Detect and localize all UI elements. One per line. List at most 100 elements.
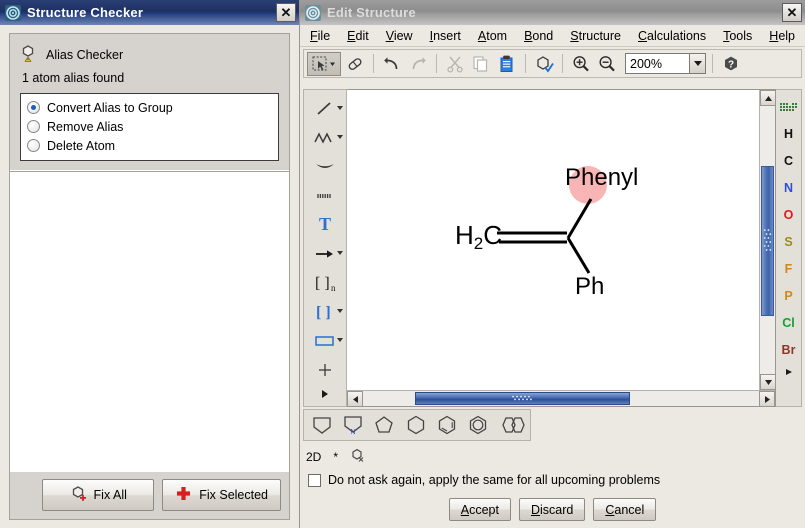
radio-option-convert-alias-to-group[interactable]: Convert Alias to Group [27, 98, 272, 117]
scroll-left-button[interactable] [347, 391, 363, 407]
copy-button[interactable] [469, 52, 493, 76]
element-f[interactable]: F [777, 255, 801, 282]
fix-all-label: Fix All [94, 488, 127, 502]
chevron-down-icon[interactable] [337, 309, 343, 313]
ring-cyclopentane-flat[interactable] [308, 412, 335, 438]
menu-file[interactable]: File [310, 29, 330, 43]
red-plus-icon [175, 485, 192, 505]
checker-panel: Alias Checker 1 atom alias found Convert… [9, 33, 290, 520]
menu-calculations[interactable]: Calculations [638, 29, 706, 43]
menu-atom[interactable]: Atom [478, 29, 507, 43]
help-button[interactable]: ? [719, 52, 743, 76]
ring-benzene[interactable] [465, 412, 492, 438]
structure-invalid-icon[interactable] [350, 448, 365, 466]
zoom-out-button[interactable] [595, 52, 619, 76]
accept-button[interactable]: Accept [449, 498, 511, 521]
bracket-tool[interactable]: [ ] [304, 297, 346, 326]
chevron-down-icon[interactable] [689, 53, 706, 74]
radio-indicator[interactable] [27, 139, 40, 152]
element-p[interactable]: P [777, 282, 801, 309]
menu-mnemonic: S [570, 29, 578, 43]
close-icon[interactable]: ✕ [782, 3, 802, 22]
more-elements-arrow[interactable] [777, 363, 801, 381]
menu-rest: dit [356, 29, 369, 43]
eraser-tool-button[interactable] [343, 52, 367, 76]
accept-rest: ccept [469, 503, 499, 517]
cut-button[interactable] [443, 52, 467, 76]
radio-option-remove-alias[interactable]: Remove Alias [27, 117, 272, 136]
element-s[interactable]: S [777, 228, 801, 255]
atom-label-ph[interactable]: Ph [575, 273, 604, 301]
zoom-in-button[interactable] [569, 52, 593, 76]
menu-view[interactable]: View [386, 29, 413, 43]
select-tool-button[interactable] [307, 52, 341, 76]
undo-button[interactable] [380, 52, 404, 76]
element-o[interactable]: O [777, 201, 801, 228]
h-subscript: 2 [474, 234, 483, 253]
paste-button[interactable] [495, 52, 519, 76]
chevron-down-icon[interactable] [337, 251, 343, 255]
redo-button[interactable] [406, 52, 430, 76]
chevron-down-icon[interactable] [337, 106, 343, 110]
ring-cyclohexane[interactable] [402, 412, 429, 438]
fix-selected-button[interactable]: Fix Selected [162, 479, 281, 511]
menu-edit[interactable]: Edit [347, 29, 369, 43]
text-tool[interactable]: T [304, 210, 346, 239]
arrow-tool[interactable] [304, 239, 346, 268]
menu-tools[interactable]: Tools [723, 29, 752, 43]
plus-tool[interactable] [304, 355, 346, 384]
single-bond-tool[interactable] [304, 94, 346, 123]
structure-check-button[interactable] [532, 52, 556, 76]
element-n[interactable]: N [777, 174, 801, 201]
cancel-button[interactable]: Cancel [593, 498, 656, 521]
svg-text:N: N [350, 429, 355, 436]
menu-rest: elp [778, 29, 795, 43]
discard-button[interactable]: Discard [519, 498, 585, 521]
chain-tool[interactable] [304, 123, 346, 152]
toolbar-separator [712, 54, 713, 73]
chevron-down-icon[interactable] [337, 338, 343, 342]
periodic-table-icon[interactable] [777, 93, 801, 120]
ring-pyrrole[interactable]: N [339, 412, 366, 438]
do-not-ask-again-row[interactable]: Do not ask again, apply the same for all… [308, 473, 660, 487]
wedge-bond-tool[interactable] [304, 152, 346, 181]
close-icon[interactable]: ✕ [276, 3, 296, 22]
more-tools-arrow[interactable] [304, 384, 346, 404]
canvas-vertical-scrollbar[interactable] [759, 90, 775, 390]
element-c[interactable]: C [777, 147, 801, 174]
ring-cyclopentane[interactable] [371, 412, 398, 438]
radio-indicator[interactable] [27, 101, 40, 114]
vertical-scroll-track[interactable] [760, 106, 775, 374]
ring-naphthalene[interactable] [496, 412, 530, 438]
horizontal-scroll-track[interactable] [363, 391, 759, 406]
menu-bond[interactable]: Bond [524, 29, 553, 43]
radio-option-delete-atom[interactable]: Delete Atom [27, 136, 272, 155]
menu-mnemonic: H [769, 29, 778, 43]
rectangle-tool[interactable] [304, 326, 346, 355]
hash-bond-tool[interactable] [304, 181, 346, 210]
scroll-up-button[interactable] [760, 90, 775, 106]
element-br[interactable]: Br [777, 336, 801, 363]
structure-canvas[interactable]: Phenyl H2C Ph [347, 90, 775, 390]
ring-cyclohexene[interactable] [433, 412, 460, 438]
main-toolbar: 200% ? [303, 49, 802, 78]
zoom-level-value[interactable]: 200% [625, 53, 689, 74]
vertical-scroll-thumb[interactable] [761, 166, 774, 316]
zoom-level-combobox[interactable]: 200% [625, 53, 706, 74]
fix-all-button[interactable]: Fix All [42, 479, 154, 511]
element-h[interactable]: H [777, 120, 801, 147]
menu-structure[interactable]: Structure [570, 29, 621, 43]
menu-help[interactable]: Help [769, 29, 795, 43]
scroll-right-button[interactable] [759, 391, 775, 407]
scroll-down-button[interactable] [760, 374, 775, 390]
repeat-bracket-tool[interactable]: [ ] n [304, 268, 346, 297]
canvas-horizontal-scrollbar[interactable] [347, 390, 775, 406]
horizontal-scroll-thumb[interactable] [415, 392, 630, 405]
atom-label-h2c[interactable]: H2C [455, 220, 502, 251]
atom-label-phenyl[interactable]: Phenyl [565, 164, 638, 192]
element-cl[interactable]: Cl [777, 309, 801, 336]
radio-indicator[interactable] [27, 120, 40, 133]
chevron-down-icon[interactable] [337, 135, 343, 139]
do-not-ask-again-checkbox[interactable] [308, 474, 321, 487]
menu-insert[interactable]: Insert [430, 29, 461, 43]
